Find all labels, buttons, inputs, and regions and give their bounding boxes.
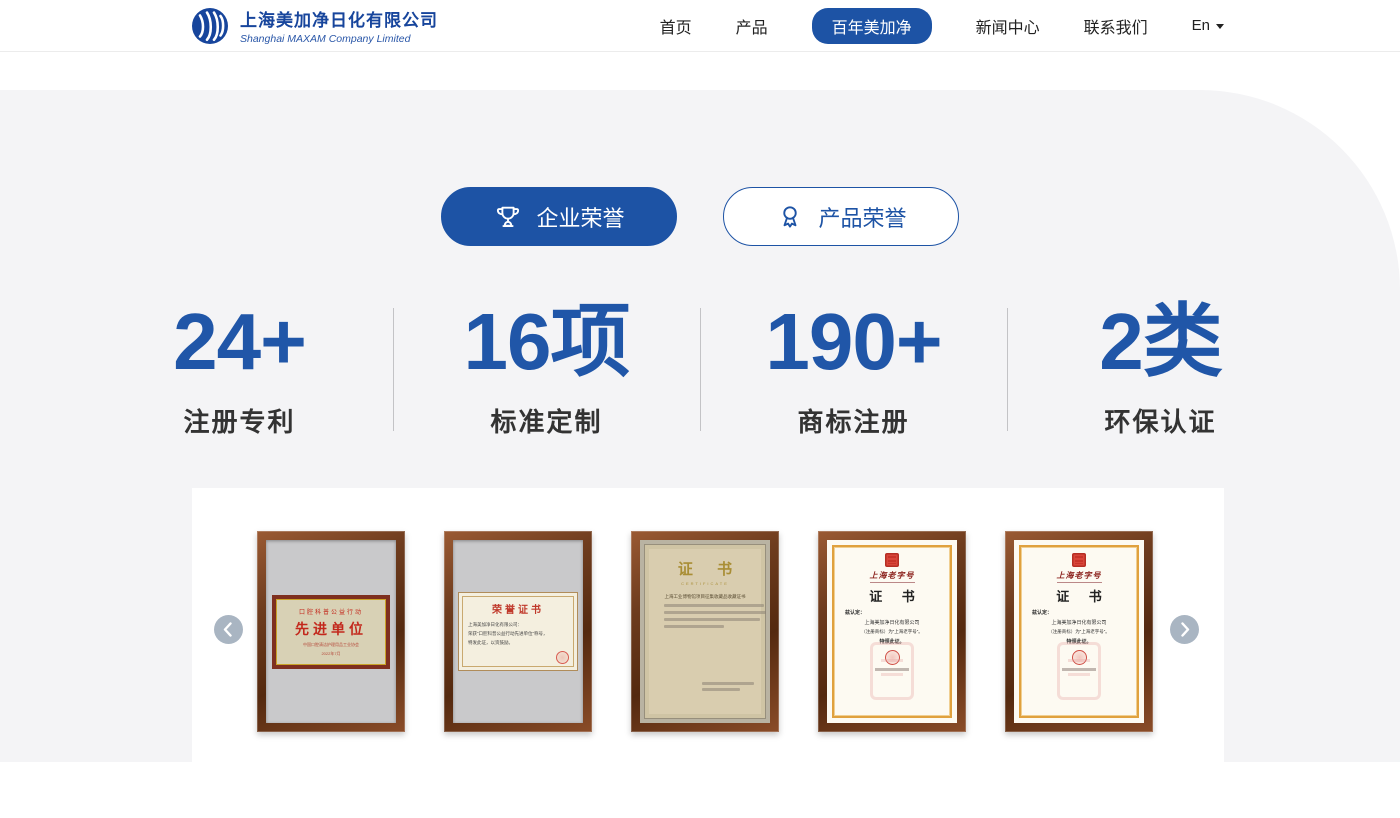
language-selector[interactable]: En <box>1192 17 1224 34</box>
plaque: 口腔科普公益行动 先进单位 中国口腔清洁护理用品工业协会 2022年7月 <box>272 595 390 669</box>
plaque-title: 先进单位 <box>295 619 367 639</box>
plaque-header: 口腔科普公益行动 <box>299 607 363 616</box>
certificate-body: 兹认定： 上海美加净日化有限公司 （注册商标）为“上海老字号”。 特颁此证。 <box>835 609 949 645</box>
header: 上海美加净日化有限公司 Shanghai MAXAM Company Limit… <box>0 0 1400 52</box>
stat-registered-patents: 24+ 注册专利 <box>135 300 345 439</box>
stat-label: 环保认证 <box>1056 402 1266 439</box>
certificate-footer <box>702 679 754 691</box>
honor-carousel: 口腔科普公益行动 先进单位 中国口腔清洁护理用品工业协会 2022年7月 荣誉证… <box>192 488 1224 818</box>
brand-logo[interactable]: 上海美加净日化有限公司 Shanghai MAXAM Company Limit… <box>190 6 438 46</box>
certificate-body-line: 上海美加净日化有限公司 <box>835 619 949 626</box>
certificate-body-line: 上海工业博物馆项目征集收藏品收藏证书 <box>654 594 756 600</box>
certificate-body-line: 特颁此证。 <box>835 638 949 645</box>
nav-item-news-center[interactable]: 新闻中心 <box>976 14 1040 38</box>
certificate-body-line: 上海美加净日化有限公司 <box>1022 619 1136 626</box>
brand-text: 上海美加净日化有限公司 Shanghai MAXAM Company Limit… <box>240 6 438 45</box>
certificate-frames: 口腔科普公益行动 先进单位 中国口腔清洁护理用品工业协会 2022年7月 荣誉证… <box>192 488 1224 732</box>
certificate-time-honored-brand[interactable]: 上海老字号 证 书 兹认定： 上海美加净日化有限公司 （注册商标）为“上海老字号… <box>1005 531 1153 732</box>
certificate-honor[interactable]: 荣誉证书 上海美加净日化有限公司： 荣获“口腔科普公益行动先进单位”称号， 特发… <box>444 531 592 732</box>
certificate-subtitle: CERTIFICATE <box>654 581 756 586</box>
main-nav: 首页 产品 百年美加净 新闻中心 联系我们 En <box>660 8 1224 44</box>
certificate-body-line: 上海美加净日化有限公司： <box>468 622 568 628</box>
stat-value: 2类 <box>1056 300 1266 384</box>
certificate-body-line: 兹认定： <box>1022 609 1136 616</box>
content-panel: 企业荣誉 产品荣誉 24+ 注册专利 16项 标准定制 190+ 商标注册 2类 <box>0 90 1400 762</box>
nav-item-products[interactable]: 产品 <box>736 14 768 38</box>
certificate-body-line: 兹认定： <box>835 609 949 616</box>
tab-product-honor-label: 产品荣誉 <box>818 201 906 233</box>
brand-script: 上海老字号 <box>870 570 915 583</box>
certificate-title: 证 书 <box>861 586 923 605</box>
brand-name-cn: 上海美加净日化有限公司 <box>240 6 438 31</box>
text-line <box>702 688 740 691</box>
text-line <box>875 668 909 671</box>
nav-item-centennial-maxam[interactable]: 百年美加净 <box>812 8 932 44</box>
certificate-body-line: 荣获“口腔科普公益行动先进单位”称号， <box>468 631 568 637</box>
plaque-date: 2022年7月 <box>321 651 340 657</box>
stat-label: 注册专利 <box>135 402 345 439</box>
certificate-body-line: （注册商标）为“上海老字号”。 <box>1022 629 1136 635</box>
honor-tabs: 企业荣誉 产品荣誉 <box>0 90 1400 246</box>
tab-enterprise-honor[interactable]: 企业荣誉 <box>441 187 677 246</box>
brand-script: 上海老字号 <box>1057 570 1102 583</box>
certificate-body: 兹认定： 上海美加净日化有限公司 （注册商标）为“上海老字号”。 特颁此证。 <box>1022 609 1136 645</box>
stat-label: 标准定制 <box>442 402 652 439</box>
language-label: En <box>1192 17 1210 34</box>
nav-item-home[interactable]: 首页 <box>660 14 692 38</box>
certificate-advanced-unit[interactable]: 口腔科普公益行动 先进单位 中国口腔清洁护理用品工业协会 2022年7月 <box>257 531 405 732</box>
certificate-body-line: 特发此证，以资鼓励。 <box>468 640 568 646</box>
plaque-issuer: 中国口腔清洁护理用品工业协会 <box>303 642 359 648</box>
chevron-right-icon <box>1170 615 1199 644</box>
red-square-seal-icon <box>1072 553 1086 567</box>
stat-value: 24+ <box>135 300 345 384</box>
text-line <box>664 604 764 607</box>
red-seal-icon <box>885 650 900 665</box>
certificate-time-honored-brand[interactable]: 上海老字号 证 书 兹认定： 上海美加净日化有限公司 （注册商标）为“上海老字号… <box>818 531 966 732</box>
nav-item-contact-us[interactable]: 联系我们 <box>1084 14 1148 38</box>
trophy-icon <box>493 202 523 232</box>
tab-enterprise-honor-label: 企业荣誉 <box>536 201 624 233</box>
text-line <box>664 611 768 614</box>
red-square-seal-icon <box>885 553 899 567</box>
carousel-next-button[interactable] <box>1170 615 1199 644</box>
stat-label: 商标注册 <box>749 402 959 439</box>
stats-row: 24+ 注册专利 16项 标准定制 190+ 商标注册 2类 环保认证 <box>0 300 1400 439</box>
stat-divider <box>700 308 701 431</box>
text-line <box>702 682 754 685</box>
certificate-title: 证 书 <box>654 558 756 579</box>
medal-icon <box>775 202 805 232</box>
text-line <box>664 625 724 628</box>
tab-product-honor[interactable]: 产品荣誉 <box>723 187 959 246</box>
stat-value: 190+ <box>749 300 959 384</box>
stat-trademarks: 190+ 商标注册 <box>749 300 959 439</box>
red-seal-icon <box>556 651 569 664</box>
stat-divider <box>1007 308 1008 431</box>
honor-certificate-paper: 荣誉证书 上海美加净日化有限公司： 荣获“口腔科普公益行动先进单位”称号， 特发… <box>458 592 578 671</box>
certificate-title: 荣誉证书 <box>468 601 568 616</box>
brand-logo-icon <box>190 6 230 46</box>
stat-value: 16项 <box>442 300 652 384</box>
certificate-body-line: （注册商标）为“上海老字号”。 <box>835 629 949 635</box>
stat-eco-certifications: 2类 环保认证 <box>1056 300 1266 439</box>
brand-name-en: Shanghai MAXAM Company Limited <box>240 33 438 45</box>
certificate-museum-collection[interactable]: 证 书 CERTIFICATE 上海工业博物馆项目征集收藏品收藏证书 <box>631 531 779 732</box>
caret-down-icon <box>1216 24 1224 29</box>
certificate-body-line: 特颁此证。 <box>1022 638 1136 645</box>
red-seal-icon <box>1072 650 1087 665</box>
carousel-prev-button[interactable] <box>214 615 243 644</box>
text-line <box>664 618 760 621</box>
certificate-title: 证 书 <box>1048 586 1110 605</box>
stat-standards: 16项 标准定制 <box>442 300 652 439</box>
chevron-left-icon <box>214 615 243 644</box>
stat-divider <box>393 308 394 431</box>
text-line <box>1062 668 1096 671</box>
